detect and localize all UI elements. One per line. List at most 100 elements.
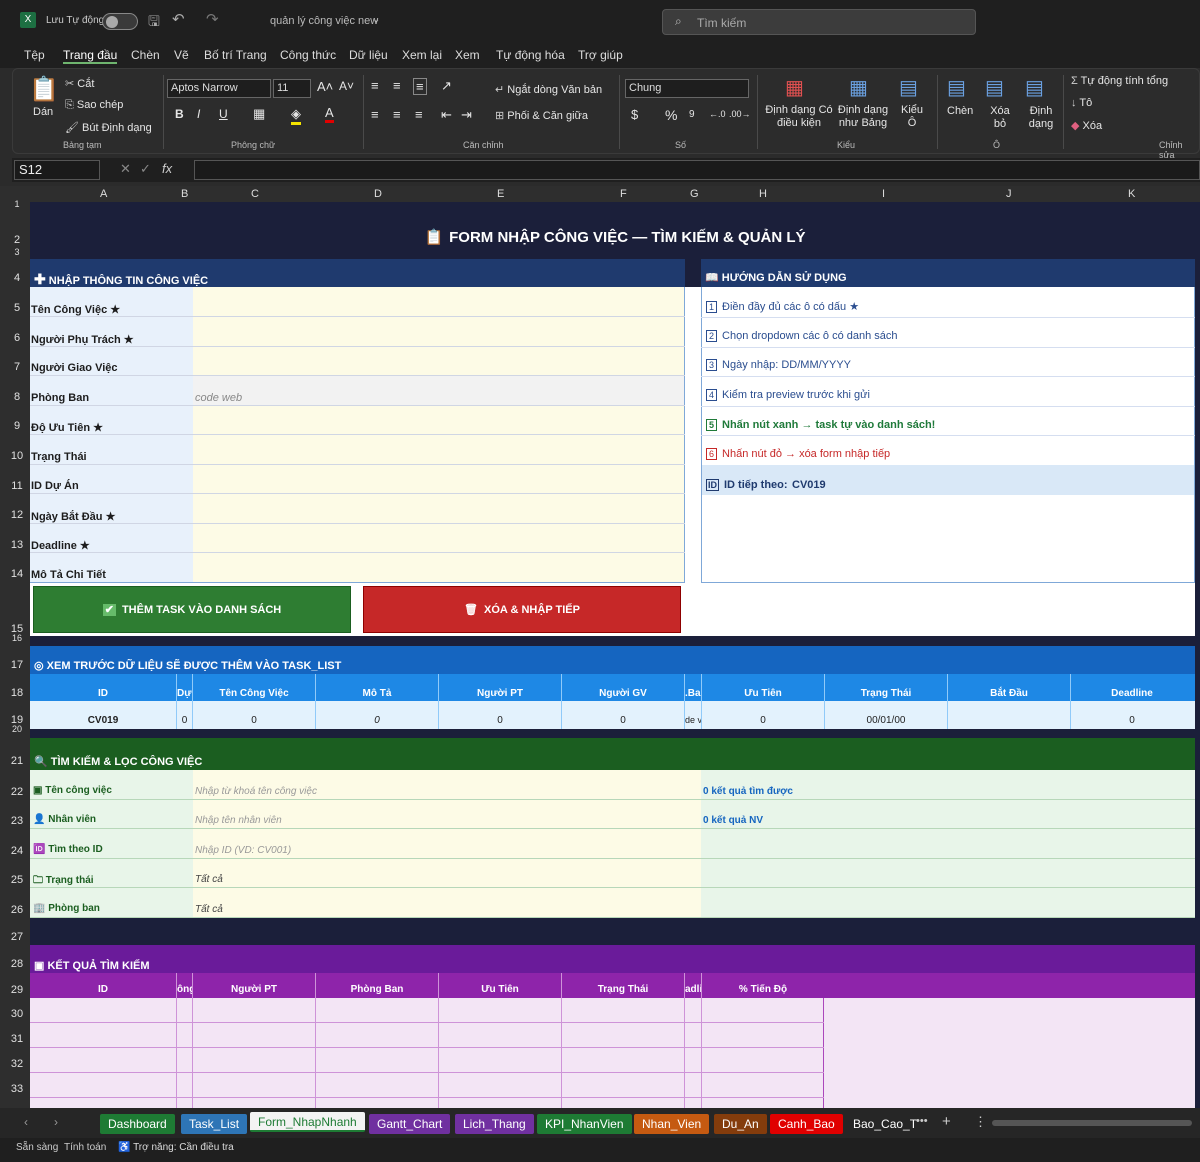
description-input[interactable] [195,569,675,583]
worksheet[interactable]: 📋 FORM NHẬP CÔNG VIỆC — TÌM KIẾM & QUẢN L… [30,202,1200,1108]
number-format-select[interactable]: Chung [625,79,749,98]
row-24[interactable]: 24 [6,845,28,857]
decrease-font-icon[interactable]: A˅ [339,79,354,93]
formula-input[interactable] [194,160,1200,180]
preview-cell[interactable]: 0 [439,715,561,726]
borders-icon[interactable]: ▦ [253,106,265,122]
row-27[interactable]: 27 [6,931,28,943]
row-21[interactable]: 21 [6,755,28,767]
row-14[interactable]: 14 [6,568,28,580]
orientation-icon[interactable]: ↗ [441,78,452,94]
preview-cell[interactable]: 0 [562,715,684,726]
fill-color-icon[interactable]: ◈ [291,106,301,125]
assignee-input[interactable] [195,333,675,347]
project-id-input[interactable] [195,480,675,494]
row-18[interactable]: 18 [6,687,28,699]
col-K[interactable]: K [1128,188,1135,200]
clear-form-button[interactable]: 🗑 XÓA & NHẬP TIẾP [363,586,681,633]
row-25[interactable]: 25 [6,874,28,886]
col-A[interactable]: A [100,188,107,200]
delete-cells-button[interactable]: Xóa bỏ [985,105,1015,131]
tab-draw[interactable]: Vẽ [174,48,189,62]
status-filter-select[interactable]: Tất cả [195,874,695,885]
row-7[interactable]: 7 [6,361,28,373]
increase-indent-icon[interactable]: ⇥ [461,107,472,123]
comma-style-icon[interactable]: 9 [689,109,695,120]
cell-styles-button[interactable]: Kiểu Ô [897,104,927,130]
row-31[interactable]: 31 [6,1033,28,1045]
enter-icon[interactable]: ✓ [140,161,151,177]
percent-button[interactable]: % [665,107,677,123]
merge-center-button[interactable]: Phối & Căn giữa [507,110,588,122]
increase-font-icon[interactable]: A˄ [317,79,333,94]
align-middle-icon[interactable]: ≡ [393,78,401,93]
redo-icon[interactable]: ↷ [206,10,219,28]
fill-button[interactable]: Tô [1079,97,1092,109]
results-table-body[interactable] [30,998,824,1108]
col-I[interactable]: I [882,188,885,200]
copy-button[interactable]: Sao chép [77,99,123,111]
row-30[interactable]: 30 [6,1008,28,1020]
row-22[interactable]: 22 [6,786,28,798]
preview-cell[interactable]: 00/01/00 [825,715,947,726]
increase-decimal-icon[interactable]: ←.0 [709,109,726,119]
row-12[interactable]: 12 [6,509,28,521]
search-id-input[interactable]: Nhập ID (VD: CV001) [195,845,695,856]
sheet-tab-task-list[interactable]: Task_List [181,1114,248,1134]
tab-home[interactable]: Trang đầu [63,48,118,64]
task-name-input[interactable] [195,303,675,317]
options-icon[interactable]: ⋮ [974,1114,987,1130]
row-28[interactable]: 28 [6,958,28,970]
italic-button[interactable]: I [197,107,200,121]
underline-button[interactable]: U [219,107,228,121]
add-sheet-icon[interactable]: + [942,1113,951,1130]
name-box[interactable]: S12 [14,160,100,180]
preview-cell[interactable]: CV019 [30,715,176,726]
row-17[interactable]: 17 [6,659,28,671]
row-32[interactable]: 32 [6,1058,28,1070]
col-B[interactable]: B [181,188,188,200]
col-C[interactable]: C [251,188,259,200]
bold-button[interactable]: B [175,107,184,121]
tab-view[interactable]: Xem [455,48,480,62]
insert-function-button[interactable]: fx [162,161,172,176]
wrap-text-button[interactable]: Ngắt dòng Văn bản [507,84,602,96]
decrease-indent-icon[interactable]: ⇤ [441,107,452,123]
preview-cell[interactable]: de v [685,715,701,725]
sheet-tab-du-an[interactable]: Du_An [714,1114,767,1134]
col-J[interactable]: J [1006,188,1012,200]
format-painter-button[interactable]: Bút Định dạng [82,122,152,134]
row-6[interactable]: 6 [6,332,28,344]
scroll-left-icon[interactable]: ‹ [24,1115,28,1129]
paste-button[interactable]: Dán [33,106,53,118]
file-name[interactable]: quản lý công việc new [270,15,378,27]
cancel-icon[interactable]: ✕ [120,161,131,177]
search-box[interactable]: ⌕ Tìm kiếm [662,9,976,35]
deadline-input[interactable] [195,539,675,553]
more-tabs-icon[interactable]: ••• [916,1115,928,1127]
row-29[interactable]: 29 [6,984,28,996]
preview-cell[interactable]: 0 [1071,715,1193,726]
col-F[interactable]: F [620,188,627,200]
tab-data[interactable]: Dữ liệu [349,48,388,62]
status-input[interactable] [195,451,675,465]
priority-input[interactable] [195,421,675,435]
currency-button[interactable]: $ [631,107,638,122]
decrease-decimal-icon[interactable]: .00→ [729,109,751,119]
row-8[interactable]: 8 [6,391,28,403]
align-center-icon[interactable]: ≡ [393,107,401,122]
row-16[interactable]: 16 [6,633,28,643]
sheet-tab-kpi-nhanvien[interactable]: KPI_NhanVien [537,1114,632,1134]
paste-icon[interactable]: 📋 [29,75,59,104]
tab-file[interactable]: Tệp [24,48,45,62]
format-cells-button[interactable]: Định dạng [1021,105,1061,131]
autosave-toggle[interactable] [102,13,138,30]
row-11[interactable]: 11 [6,480,28,492]
status-calculate[interactable]: Tính toán [64,1142,106,1153]
align-left-icon[interactable]: ≡ [371,107,379,122]
start-date-input[interactable] [195,510,675,524]
tab-help[interactable]: Trợ giúp [578,48,623,62]
row-20[interactable]: 20 [6,724,28,734]
search-employee-input[interactable]: Nhập tên nhân viên [195,815,695,826]
col-H[interactable]: H [759,188,767,200]
